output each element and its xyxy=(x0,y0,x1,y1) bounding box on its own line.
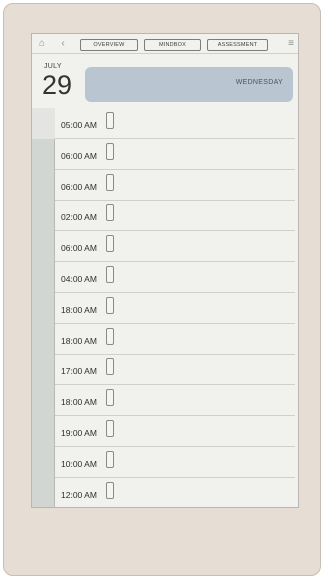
schedule-row[interactable]: 12:00 AM xyxy=(55,478,295,507)
tab-mindbox[interactable]: MINDBOX xyxy=(144,39,201,51)
schedule-row[interactable]: 06:00 AM xyxy=(55,139,295,170)
event-slot-checkbox[interactable] xyxy=(106,389,114,407)
schedule-row[interactable]: 04:00 AM xyxy=(55,262,295,293)
month-label: JULY xyxy=(44,63,62,70)
tab-overview[interactable]: OVERVIEW xyxy=(80,39,138,51)
event-slot-checkbox[interactable] xyxy=(106,420,114,437)
time-label: 10:00 AM xyxy=(61,458,97,469)
schedule-row[interactable]: 10:00 AM xyxy=(55,447,295,478)
e-reader-device: ⌂ ‹ OVERVIEW MINDBOX ASSESSMENT ≡ JULY 2… xyxy=(3,3,321,576)
schedule-row[interactable]: 18:00 AM xyxy=(55,324,295,355)
back-arrow-icon[interactable]: ‹ xyxy=(57,38,69,50)
schedule-row[interactable]: 19:00 AM xyxy=(55,416,295,447)
time-label: 12:00 AM xyxy=(61,489,97,500)
time-label: 06:00 AM xyxy=(61,150,97,161)
top-toolbar: ⌂ ‹ OVERVIEW MINDBOX ASSESSMENT ≡ xyxy=(32,34,298,54)
timeline-gutter-header xyxy=(32,108,55,139)
menu-icon[interactable]: ≡ xyxy=(285,38,297,50)
timeline-gutter xyxy=(32,108,55,507)
schedule-row[interactable]: 06:00 AM xyxy=(55,231,295,263)
event-slot-checkbox[interactable] xyxy=(106,266,114,283)
time-label: 02:00 AM xyxy=(61,212,97,223)
schedule-row[interactable]: 17:00 AM xyxy=(55,354,295,386)
event-slot-checkbox[interactable] xyxy=(106,173,114,191)
event-slot-checkbox[interactable] xyxy=(106,204,114,222)
event-slot-checkbox[interactable] xyxy=(106,235,114,253)
time-label: 18:00 AM xyxy=(61,335,97,346)
event-slot-checkbox[interactable] xyxy=(106,327,114,345)
schedule-row[interactable]: 18:00 AM xyxy=(55,385,295,417)
event-slot-checkbox[interactable] xyxy=(106,142,114,160)
time-label: 18:00 AM xyxy=(61,397,97,408)
screen: ⌂ ‹ OVERVIEW MINDBOX ASSESSMENT ≡ JULY 2… xyxy=(31,33,299,508)
weekday-banner: WEDNESDAY xyxy=(85,67,293,102)
home-icon[interactable]: ⌂ xyxy=(36,38,48,50)
event-slot-checkbox[interactable] xyxy=(106,112,114,129)
schedule-row[interactable]: 18:00 AM xyxy=(55,293,295,324)
schedule-row[interactable]: 05:00 AM xyxy=(55,108,295,139)
time-label: 04:00 AM xyxy=(61,274,97,284)
time-label: 18:00 AM xyxy=(61,304,97,315)
schedule-row[interactable]: 02:00 AM xyxy=(55,200,295,232)
time-label: 17:00 AM xyxy=(61,366,97,377)
event-slot-checkbox[interactable] xyxy=(106,481,114,499)
time-label: 19:00 AM xyxy=(61,428,97,438)
time-label: 05:00 AM xyxy=(61,120,97,130)
day-number: 29 xyxy=(42,70,73,100)
event-slot-checkbox[interactable] xyxy=(106,450,114,468)
time-label: 06:00 AM xyxy=(61,181,97,192)
event-slot-checkbox[interactable] xyxy=(106,296,114,314)
schedule-row[interactable]: 06:00 AM xyxy=(55,170,295,201)
schedule-list: 05:00 AM 06:00 AM 06:00 AM 02:00 AM 06:00 AM… xyxy=(55,108,298,507)
weekday-label: WEDNESDAY xyxy=(235,79,283,86)
event-slot-checkbox[interactable] xyxy=(106,358,114,376)
tab-assessment[interactable]: ASSESSMENT xyxy=(207,39,268,51)
time-label: 06:00 AM xyxy=(61,243,97,254)
